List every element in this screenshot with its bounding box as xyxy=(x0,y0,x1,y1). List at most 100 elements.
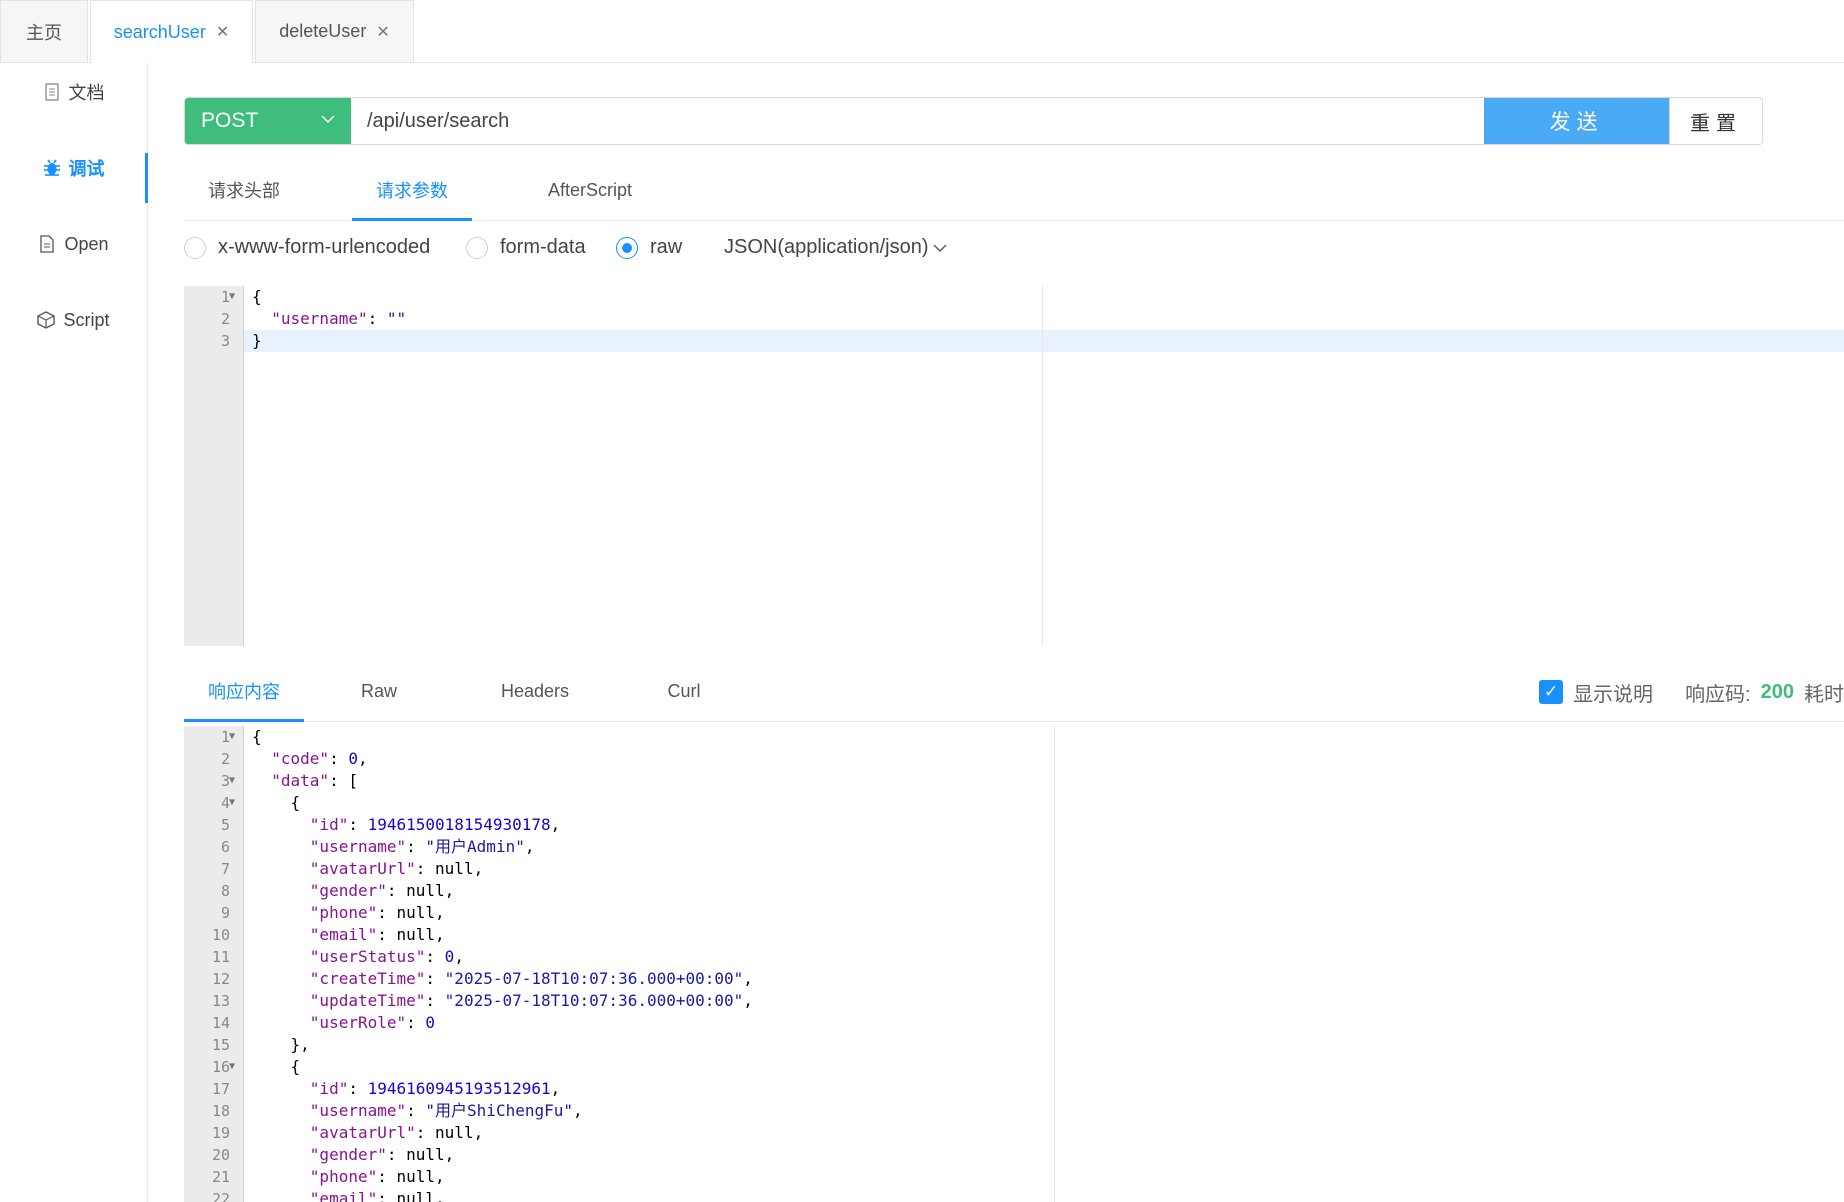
line-number: 19 xyxy=(211,1124,230,1142)
nav-item-label: Open xyxy=(64,233,109,254)
close-icon[interactable]: ✕ xyxy=(376,22,389,42)
code-line: 3} xyxy=(184,330,1844,352)
request-tabs: 请求头部 请求参数 AfterScript xyxy=(184,160,1844,221)
code-text: }, xyxy=(252,1035,310,1054)
tab-request-headers[interactable]: 请求头部 xyxy=(184,160,304,220)
code-text: "email": null, xyxy=(309,1189,445,1202)
document-icon xyxy=(43,83,61,101)
code-text: "username": "" xyxy=(271,309,407,328)
code-text: "code": 0, xyxy=(271,749,368,768)
reset-button[interactable]: 重置 xyxy=(1669,98,1762,144)
code-line: 9 "phone": null, xyxy=(184,902,1844,924)
code-text: "updateTime": "2025-07-18T10:07:36.000+0… xyxy=(309,991,753,1010)
code-text: "phone": null, xyxy=(309,1167,445,1186)
show-description-label: 显示说明 xyxy=(1573,683,1654,706)
code-text: { xyxy=(252,287,262,306)
code-line: 11 "userStatus": 0, xyxy=(184,946,1844,968)
content-type-select[interactable]: JSON(application/json) xyxy=(724,236,947,259)
top-tab-bar: 主页 searchUser ✕ deleteUser ✕ xyxy=(0,0,1844,63)
code-line: 15 }, xyxy=(184,1034,1844,1056)
code-text: { xyxy=(252,793,301,812)
fold-toggle-icon[interactable]: ▼ xyxy=(229,1056,235,1078)
fold-toggle-icon[interactable]: ▼ xyxy=(229,770,235,792)
nav-item-label: Script xyxy=(63,309,110,330)
code-text: "id": 1946160945193512961, xyxy=(309,1079,561,1098)
tab-response-raw[interactable]: Raw xyxy=(334,661,424,721)
tab-deleteuser[interactable]: deleteUser ✕ xyxy=(255,0,414,62)
code-text: "avatarUrl": null, xyxy=(309,1123,484,1142)
code-line: 20 "gender": null, xyxy=(184,1144,1844,1166)
content-type-value: JSON(application/json) xyxy=(724,236,929,258)
method-select[interactable]: POST xyxy=(185,98,351,144)
code-line: 1 ▼ { xyxy=(184,286,1844,308)
nav-item-script[interactable]: Script xyxy=(0,291,147,349)
code-line: 13 "updateTime": "2025-07-18T10:07:36.00… xyxy=(184,990,1844,1012)
code-line: 19 "avatarUrl": null, xyxy=(184,1122,1844,1144)
code-line: 14 "userRole": 0 xyxy=(184,1012,1844,1034)
code-line: 17 "id": 1946160945193512961, xyxy=(184,1078,1844,1100)
line-number: 7 xyxy=(220,860,230,878)
nav-item-docs[interactable]: 文档 xyxy=(0,63,147,121)
line-number: 10 xyxy=(211,926,230,944)
tab-searchuser[interactable]: searchUser ✕ xyxy=(90,0,253,63)
line-number: 13 xyxy=(211,992,230,1010)
line-number: 17 xyxy=(211,1080,230,1098)
tab-afterscript[interactable]: AfterScript xyxy=(520,160,660,220)
line-number: 4 xyxy=(220,794,230,812)
time-label: 耗时 xyxy=(1804,683,1844,706)
show-description-checkbox[interactable]: ✓ xyxy=(1539,680,1564,704)
line-number: 2 xyxy=(220,310,230,328)
tab-response-curl[interactable]: Curl xyxy=(644,661,724,721)
tab-request-params[interactable]: 请求参数 xyxy=(352,160,472,221)
line-number: 1 xyxy=(220,728,230,746)
fold-toggle-icon[interactable]: ▼ xyxy=(229,726,235,748)
code-text: "createTime": "2025-07-18T10:07:36.000+0… xyxy=(309,969,753,988)
radio-form-data[interactable]: form-data xyxy=(466,236,586,259)
fold-toggle-icon[interactable]: ▼ xyxy=(229,792,235,814)
code-line: 2 "username": "" xyxy=(184,308,1844,330)
tab-label: deleteUser xyxy=(279,21,367,41)
radio-label: form-data xyxy=(500,236,586,258)
line-number: 18 xyxy=(211,1102,230,1120)
radio-urlencoded[interactable]: x-www-form-urlencoded xyxy=(184,236,430,259)
code-line: 8 "gender": null, xyxy=(184,880,1844,902)
response-body-viewer[interactable]: 1 ▼{2 "code": 0, 3 ▼ "data": [4 ▼ {5 "id": 1… xyxy=(184,726,1844,1202)
tab-home[interactable]: 主页 xyxy=(0,0,88,62)
line-number: 6 xyxy=(220,838,230,856)
code-line: 7 "avatarUrl": null, xyxy=(184,858,1844,880)
line-number: 3 xyxy=(220,332,230,350)
radio-circle[interactable] xyxy=(184,236,206,259)
line-number: 22 xyxy=(211,1190,230,1202)
tab-label: 主页 xyxy=(26,22,62,43)
radio-raw[interactable]: raw xyxy=(616,236,682,259)
code-line: 10 "email": null, xyxy=(184,924,1844,946)
fold-toggle-icon[interactable]: ▼ xyxy=(229,286,235,308)
tab-response-headers[interactable]: Headers xyxy=(480,661,590,721)
code-text: "email": null, xyxy=(309,925,445,944)
tab-label: searchUser xyxy=(113,21,206,42)
side-nav: 文档 调试 Open Script xyxy=(0,63,148,1202)
bug-icon xyxy=(43,159,61,177)
nav-item-debug[interactable]: 调试 xyxy=(0,139,148,203)
line-number: 1 xyxy=(220,288,230,306)
code-line: 6 "username": "用户Admin", xyxy=(184,836,1844,858)
close-icon[interactable]: ✕ xyxy=(216,22,229,42)
code-text: "username": "用户Admin", xyxy=(309,837,535,856)
chevron-down-icon xyxy=(321,111,335,129)
tab-response-content[interactable]: 响应内容 xyxy=(184,661,304,722)
line-number: 15 xyxy=(211,1036,230,1054)
radio-circle[interactable] xyxy=(616,236,638,259)
code-line: 16 ▼ { xyxy=(184,1056,1844,1078)
line-number: 5 xyxy=(220,816,230,834)
nav-item-open[interactable]: Open xyxy=(0,215,147,273)
method-value: POST xyxy=(201,109,259,132)
url-input[interactable] xyxy=(351,98,1668,144)
line-number: 11 xyxy=(211,948,230,966)
code-text: "avatarUrl": null, xyxy=(309,859,484,878)
radio-circle[interactable] xyxy=(466,236,488,259)
file-icon xyxy=(38,235,56,253)
code-line: 1 ▼ { xyxy=(184,726,1844,748)
radio-label: raw xyxy=(650,236,683,258)
request-body-editor[interactable]: 1 ▼{2 "username": "" 3} xyxy=(184,286,1844,646)
send-button[interactable]: 发送 xyxy=(1484,98,1669,144)
